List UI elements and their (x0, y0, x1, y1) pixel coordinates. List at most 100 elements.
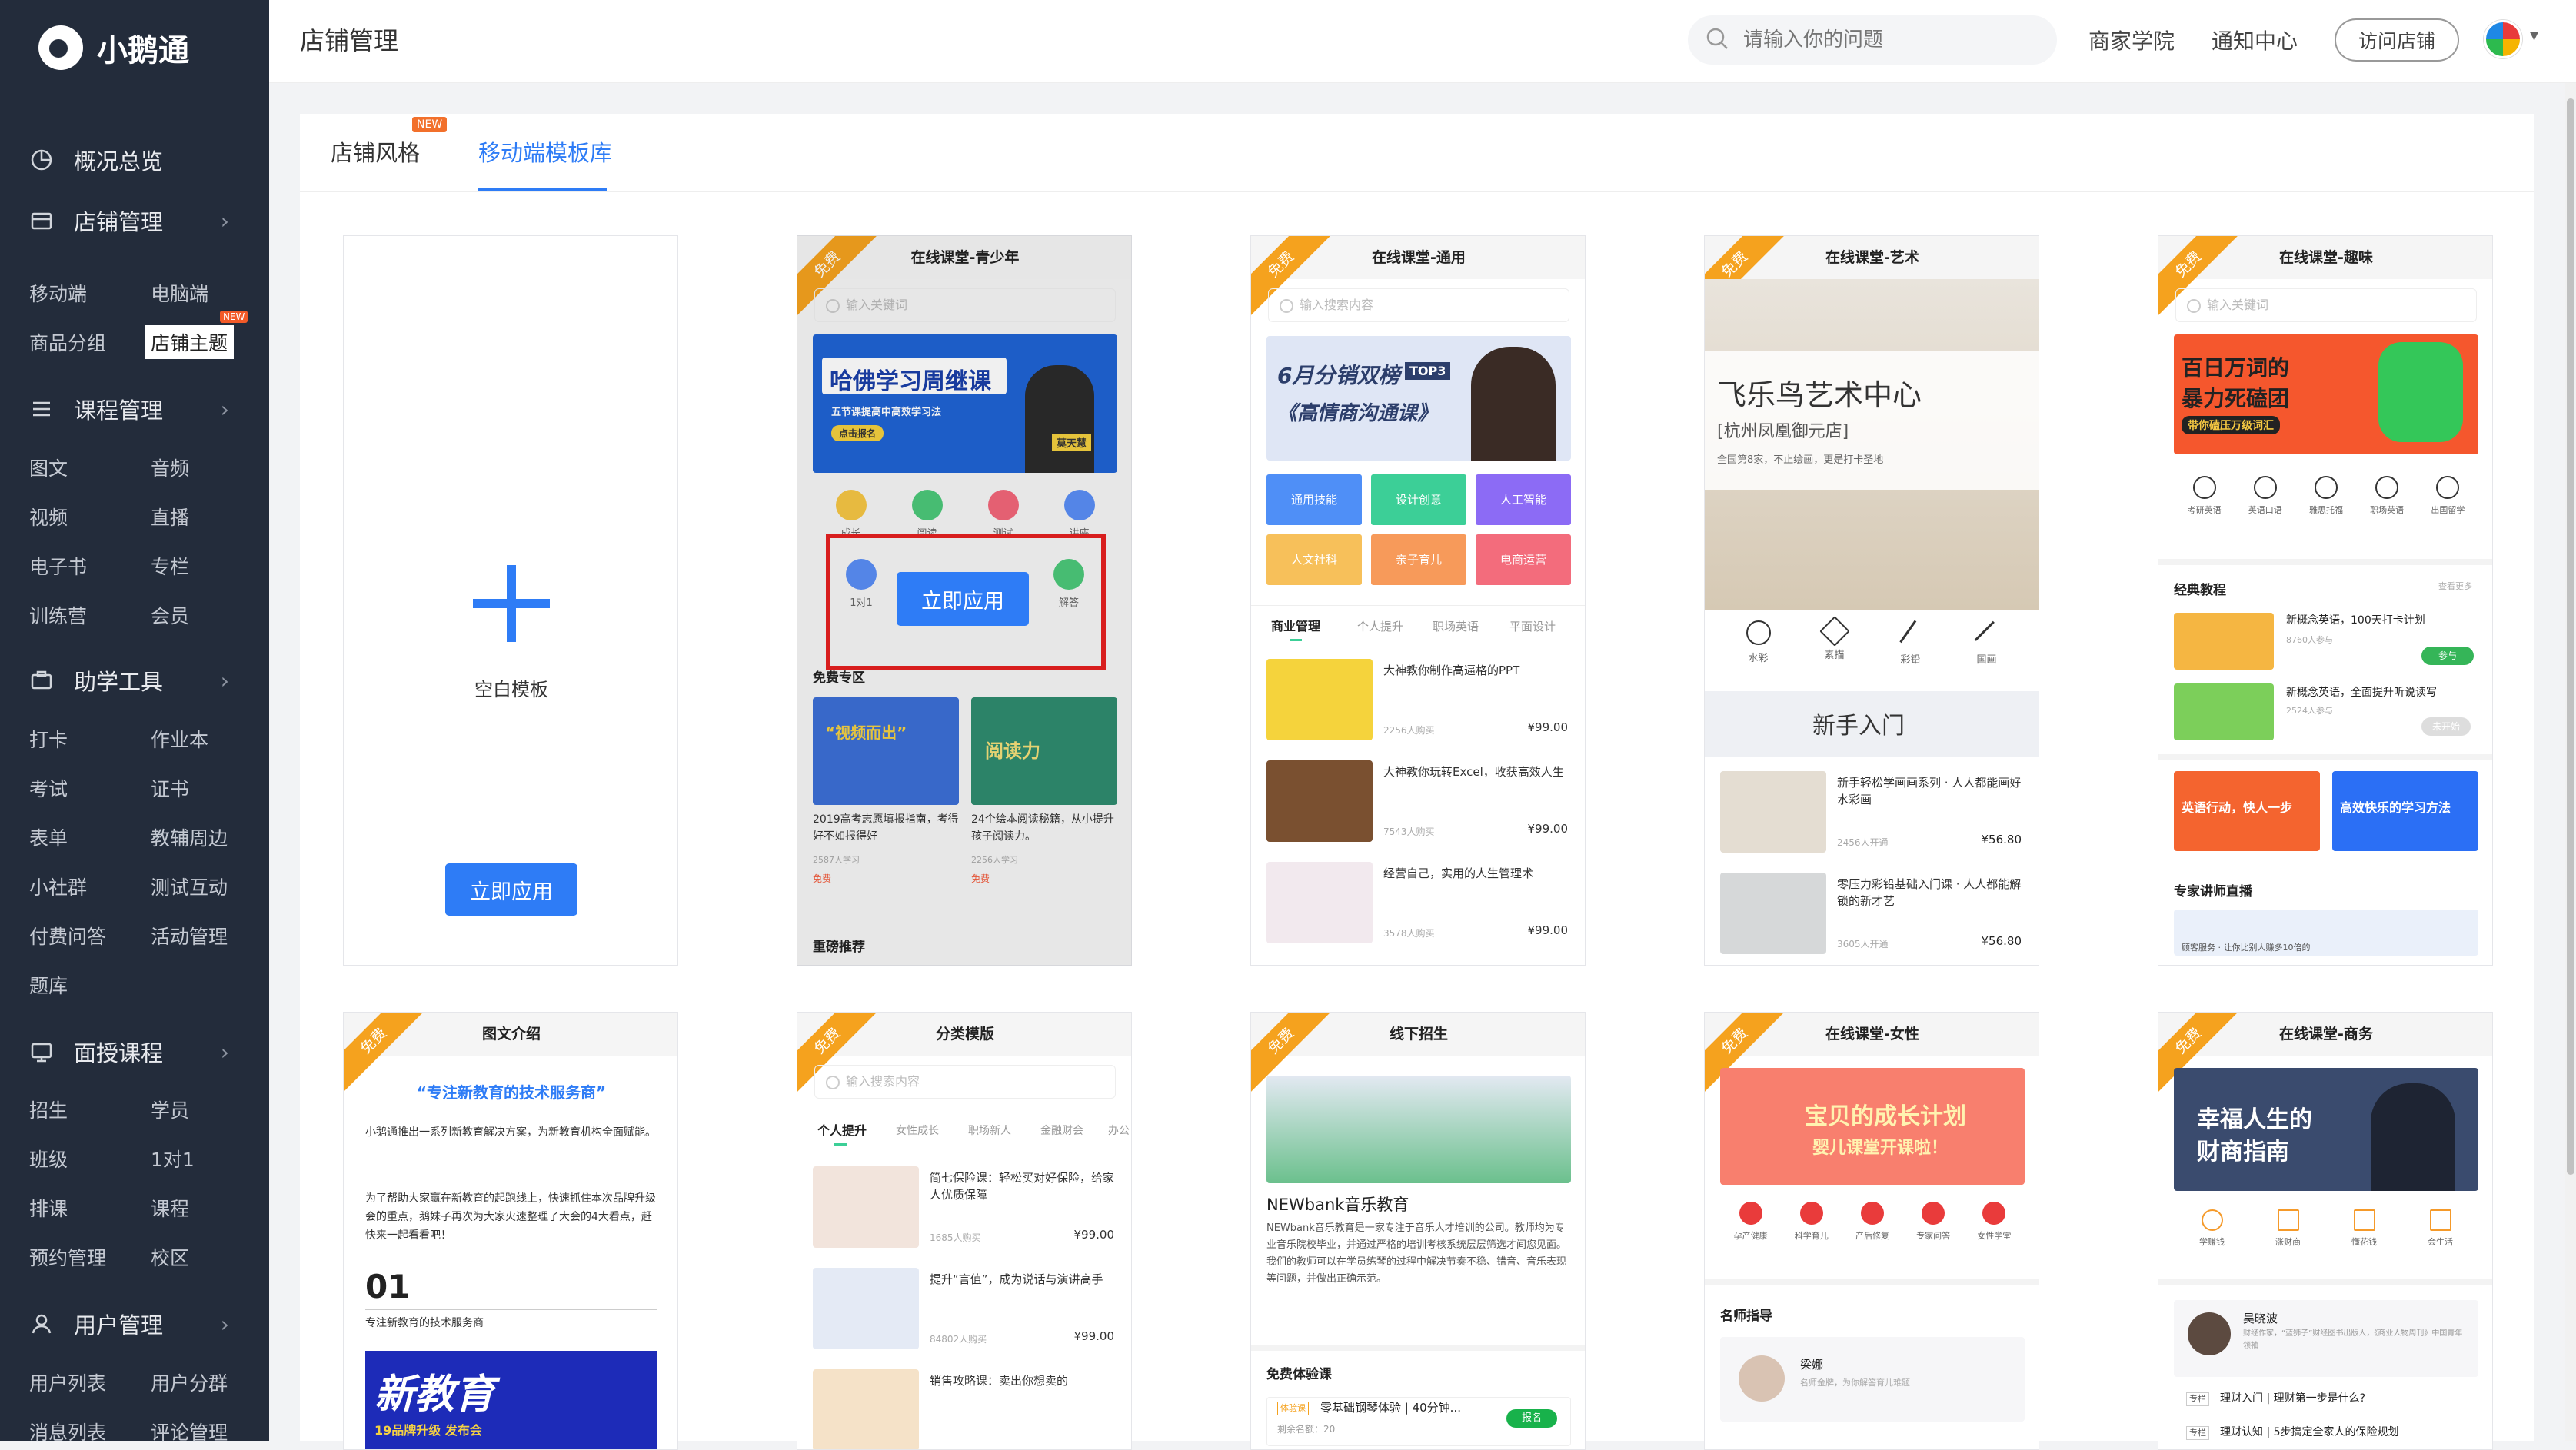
chevron-right-icon: › (220, 1039, 229, 1065)
chevron-right-icon: › (220, 396, 229, 422)
sidebar-item-homework[interactable]: 作业本 (151, 725, 208, 753)
sidebar-item-one-on-one[interactable]: 1对1 (151, 1145, 195, 1172)
sidebar-item-video[interactable]: 视频 (29, 503, 68, 530)
sidebar: 小鹅通 概况总览 店铺管理 › 移动端 电脑端 商品分组 店铺主题 NEW 课程… (0, 0, 269, 1444)
banner-image: 幸福人生的 财商指南 (2174, 1068, 2478, 1191)
sidebar-item-classes[interactable]: 班级 (29, 1145, 68, 1172)
section-title: 免费体验课 (1266, 1367, 1332, 1382)
search-input[interactable] (1743, 28, 2020, 52)
sidebar-item-certificate[interactable]: 证书 (151, 774, 189, 802)
sidebar-item-column[interactable]: 专栏 (151, 552, 189, 580)
sidebar-item-pc[interactable]: 电脑端 (151, 279, 208, 307)
list-item: 大神教你玩转Excel，收获高效人生 7543人购买 ¥99.00 (1266, 760, 1571, 846)
sidebar-item-article[interactable]: 图文 (29, 454, 68, 481)
sidebar-item-shop-theme[interactable]: 店铺主题 (145, 325, 235, 359)
sidebar-item-messages[interactable]: 消息列表 (29, 1418, 106, 1445)
list-item: 销售攻略课：卖出你想卖的 (813, 1369, 1117, 1449)
banner-image: 哈佛学习周继课 五节课提高中高效学习法 点击报名 莫天慧 (813, 334, 1117, 473)
pie-chart-icon (29, 148, 54, 172)
template-card-blank[interactable]: 空白模板 立即应用 (343, 235, 678, 966)
briefcase-icon (29, 668, 54, 693)
template-card-women[interactable]: 在线课堂-女性 免费 宝贝的成长计划 婴儿课堂开课啦！ 孕产健康 科学育儿 产后… (1704, 1012, 2039, 1450)
caret-down-icon[interactable]: ▾ (2530, 26, 2538, 45)
sidebar-learning-tools[interactable]: 助学工具 › (0, 657, 269, 703)
sidebar-item-enroll[interactable]: 招生 (29, 1096, 68, 1123)
content-panel: 店铺风格 NEW 移动端模板库 空白模板 立即应用 在线课堂-青少年 免费 输入… (300, 114, 2534, 1450)
sidebar-item-activities[interactable]: 活动管理 (151, 922, 228, 949)
tab-mobile-templates[interactable]: 移动端模板库 (478, 135, 612, 168)
category-icons: 水彩 素描 彩铅 国画 (1720, 616, 2025, 666)
sidebar-item-audio[interactable]: 音频 (151, 454, 189, 481)
sidebar-item-member[interactable]: 会员 (151, 601, 189, 629)
sidebar-item-community[interactable]: 小社群 (29, 873, 87, 900)
template-card-art[interactable]: 在线课堂-艺术 免费 飞乐鸟艺术中心 [杭州凤凰御元店] 全国第8家，不止绘画，… (1704, 235, 2039, 966)
tab-shop-style[interactable]: 店铺风格 (331, 135, 420, 168)
sidebar-item-checkin[interactable]: 打卡 (29, 725, 68, 753)
sidebar-item-paid-qa[interactable]: 付费问答 (29, 922, 106, 949)
sidebar-item-offline-course[interactable]: 课程 (151, 1194, 189, 1222)
sidebar-item-exam[interactable]: 考试 (29, 774, 68, 802)
topbar: 店铺管理 商家学院 通知中心 访问店铺 ▾ (269, 0, 2576, 83)
template-card-business[interactable]: 在线课堂-商务 免费 幸福人生的 财商指南 学赚钱 涨财商 懂花钱 会生活 吴晓… (2158, 1012, 2493, 1450)
brand-logo[interactable]: 小鹅通 (38, 23, 189, 72)
brand-logo-icon (38, 25, 83, 70)
plus-icon (473, 565, 550, 642)
template-card-category[interactable]: 分类模版 免费 输入搜索内容 个人提升 女性成长 职场新人 金融财会 办公 简七… (797, 1012, 1132, 1450)
section-title: 免费专区 (813, 670, 865, 686)
user-icon (29, 1312, 54, 1336)
blank-template-label: 空白模板 (474, 679, 548, 700)
sidebar-item-mobile[interactable]: 移动端 (29, 279, 87, 307)
template-card-article[interactable]: 图文介绍 免费 “专注新教育的技术服务商” 小鹅通推出一系列新教育解决方案，为新… (343, 1012, 678, 1450)
category-icons: 考研英语 英语口语 雅思托福 职场英语 出国留学 (2174, 476, 2478, 516)
tab-bar: 店铺风格 NEW 移动端模板库 (300, 114, 2534, 192)
sidebar-item-booking[interactable]: 预约管理 (29, 1243, 106, 1271)
section-title: 重磅推荐 (813, 940, 865, 955)
preview-search: 输入关键词 (2175, 288, 2477, 322)
new-badge: NEW (220, 311, 248, 323)
category-icons-row2: 1对1 解答 (813, 559, 1117, 609)
chevron-right-icon: › (220, 208, 229, 234)
visit-shop-button[interactable]: 访问店铺 (2335, 18, 2459, 62)
sidebar-item-schedule[interactable]: 排课 (29, 1194, 68, 1222)
sidebar-item-students[interactable]: 学员 (151, 1096, 189, 1123)
shop-icon (29, 208, 54, 233)
sidebar-item-test-interaction[interactable]: 测试互动 (151, 873, 228, 900)
sidebar-item-user-segments[interactable]: 用户分群 (151, 1369, 228, 1396)
merchant-academy-link[interactable]: 商家学院 (2088, 25, 2175, 55)
sidebar-item-live[interactable]: 直播 (151, 503, 189, 530)
sidebar-item-user-list[interactable]: 用户列表 (29, 1369, 106, 1396)
sidebar-item-camp[interactable]: 训练营 (29, 601, 87, 629)
sidebar-offline-courses[interactable]: 面授课程 › (0, 1029, 269, 1075)
apply-button[interactable]: 立即应用 (445, 863, 577, 916)
banner-image: 宝贝的成长计划 婴儿课堂开课啦！ (1720, 1068, 2025, 1185)
page-scrollbar[interactable] (2565, 83, 2576, 1441)
chevron-right-icon: › (220, 1311, 229, 1337)
section-title: 专家讲师直播 (2174, 884, 2252, 900)
sidebar-shop-management[interactable]: 店铺管理 › (0, 198, 269, 244)
sidebar-item-materials[interactable]: 教辅周边 (151, 823, 228, 851)
template-card-youth[interactable]: 在线课堂-青少年 免费 输入关键词 哈佛学习周继课 五节课提高中高效学习法 点击… (797, 235, 1132, 966)
avatar[interactable] (2484, 20, 2522, 58)
template-card-offline-enroll[interactable]: 线下招生 免费 NEWbank音乐教育 NEWbank音乐教育是一家专注于音乐人… (1250, 1012, 1586, 1450)
sidebar-item-comments[interactable]: 评论管理 (151, 1418, 228, 1445)
template-card-fun[interactable]: 在线课堂-趣味 免费 输入关键词 百日万词的 暴力死磕团 带你磕压万级词汇 考研… (2158, 235, 2493, 966)
sidebar-overview[interactable]: 概况总览 (0, 137, 269, 183)
list-item: 新手轻松学画画系列 · 人人都能画好水彩画 2456人开通 ¥56.80 (1720, 771, 2025, 857)
category-icons: 成长 阅读 测试 讲座 (813, 490, 1117, 540)
banner-image: 6月分销双榜 TOP3 《高情商沟通课》 (1266, 336, 1571, 461)
brand-name: 小鹅通 (97, 33, 189, 68)
sidebar-user-management[interactable]: 用户管理 › (0, 1301, 269, 1347)
sidebar-item-ebook[interactable]: 电子书 (29, 552, 87, 580)
category-icons: 学赚钱 涨财商 懂花钱 会生活 (2174, 1209, 2478, 1248)
sidebar-item-campus[interactable]: 校区 (151, 1243, 189, 1271)
template-card-general[interactable]: 在线课堂-通用 免费 输入搜索内容 6月分销双榜 TOP3 《高情商沟通课》 通… (1250, 235, 1586, 966)
sidebar-item-product-group[interactable]: 商品分组 (29, 328, 106, 356)
sidebar-course-management[interactable]: 课程管理 › (0, 386, 269, 432)
notification-center-link[interactable]: 通知中心 (2212, 25, 2298, 55)
search-box[interactable] (1688, 15, 2057, 65)
list-icon (29, 397, 54, 421)
sidebar-item-form[interactable]: 表单 (29, 823, 68, 851)
page-title: 店铺管理 (300, 26, 399, 55)
list-item: 简七保险课：轻松买对好保险，给家人优质保障 1685人购买 ¥99.00 (813, 1166, 1117, 1252)
sidebar-item-question-bank[interactable]: 题库 (29, 971, 68, 999)
